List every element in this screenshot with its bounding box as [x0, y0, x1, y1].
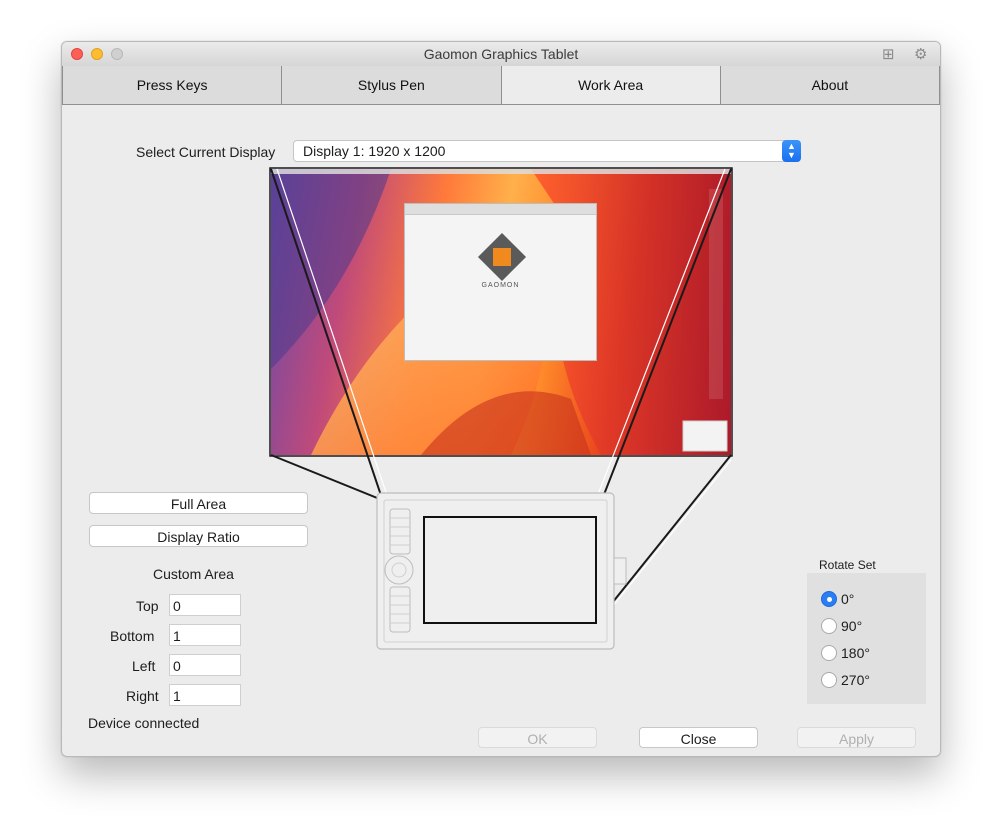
rotate-option-270[interactable]: 270° [821, 672, 870, 688]
custom-area-title: Custom Area [153, 566, 234, 582]
right-field[interactable]: 1 [169, 684, 241, 706]
tab-stylus-pen[interactable]: Stylus Pen [282, 66, 502, 105]
radio-icon [821, 645, 837, 661]
rotate-option-90[interactable]: 90° [821, 618, 862, 634]
right-label: Right [126, 688, 159, 704]
tab-bar: Press Keys Stylus Pen Work Area About [62, 66, 940, 105]
mini-app-window: GAOMON [404, 203, 597, 361]
tab-work-area[interactable]: Work Area [501, 66, 721, 105]
bottom-field[interactable]: 1 [169, 624, 241, 646]
grid-icon[interactable]: ⊞ [882, 45, 895, 63]
apply-button[interactable]: Apply [797, 727, 916, 748]
top-label: Top [136, 598, 159, 614]
display-ratio-button[interactable]: Display Ratio [89, 525, 308, 547]
radio-icon [821, 672, 837, 688]
chevron-updown-icon[interactable]: ▲ ▼ [782, 140, 801, 162]
rotate-set-title: Rotate Set [819, 558, 876, 572]
top-field[interactable]: 0 [169, 594, 241, 616]
display-select-label: Select Current Display [136, 144, 276, 160]
left-label: Left [132, 658, 156, 674]
close-button[interactable]: Close [639, 727, 758, 748]
rotate-option-0[interactable]: 0° [821, 591, 854, 607]
window-title: Gaomon Graphics Tablet [423, 46, 579, 62]
display-preview: GAOMON [271, 169, 731, 455]
gear-icon[interactable]: ⚙ [914, 45, 927, 63]
full-area-button[interactable]: Full Area [89, 492, 308, 514]
status-text: Device connected [88, 715, 200, 731]
radio-checked-icon [821, 591, 837, 607]
app-window: Gaomon Graphics Tablet ⊞ ⚙ Press Keys St… [61, 41, 941, 757]
tab-press-keys[interactable]: Press Keys [62, 66, 283, 105]
bottom-label: Bottom [110, 628, 155, 644]
title-bar: Gaomon Graphics Tablet ⊞ ⚙ [62, 42, 940, 67]
ok-button[interactable]: OK [478, 727, 597, 748]
rotate-option-180[interactable]: 180° [821, 645, 870, 661]
display-select-value: Display 1: 1920 x 1200 [303, 143, 446, 159]
tab-about[interactable]: About [720, 66, 940, 105]
tablet-active-area[interactable] [424, 517, 596, 623]
rotate-set-group: 0° 90° 180° 270° [807, 573, 926, 704]
left-field[interactable]: 0 [169, 654, 241, 676]
radio-icon [821, 618, 837, 634]
display-select[interactable]: Display 1: 1920 x 1200 ▲ ▼ [293, 140, 801, 162]
gaomon-logo-text: GAOMON [481, 282, 520, 289]
